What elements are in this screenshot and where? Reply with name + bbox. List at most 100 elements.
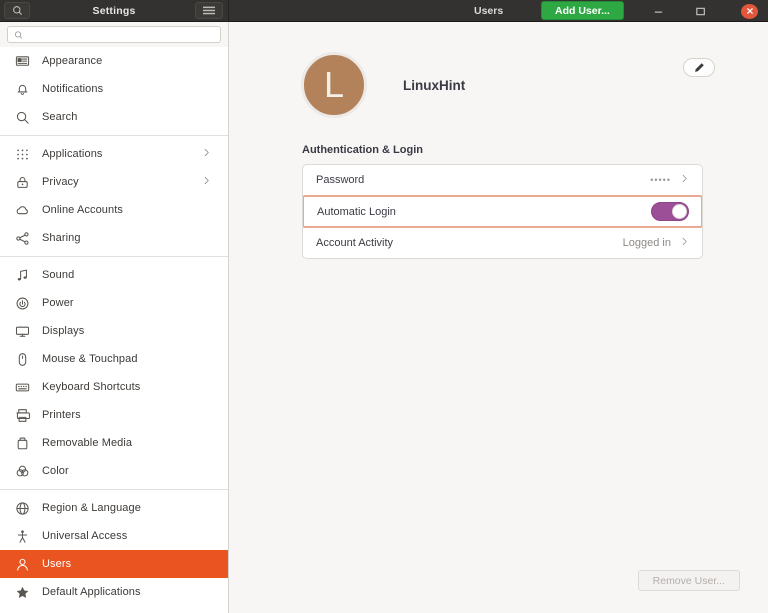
chevron-right-icon xyxy=(682,174,687,183)
printer-icon xyxy=(15,408,30,422)
search-icon xyxy=(16,111,29,124)
appearance-icon xyxy=(15,55,29,66)
close-button[interactable] xyxy=(741,0,758,22)
sidebar-item-online-accounts[interactable]: Online Accounts xyxy=(0,196,228,224)
row-label: Account Activity xyxy=(316,236,394,249)
avatar[interactable]: L xyxy=(301,52,367,118)
accessibility-icon xyxy=(17,529,27,543)
remove-user-button[interactable]: Remove User... xyxy=(637,570,740,591)
search-icon xyxy=(12,6,22,15)
edit-avatar-button[interactable] xyxy=(683,58,715,77)
sidebar-item-label: Appearance xyxy=(42,55,103,67)
chevron-right-icon xyxy=(679,173,690,187)
sidebar-item-label: Mouse & Touchpad xyxy=(42,353,138,365)
sidebar-item-removable-media[interactable]: Removable Media xyxy=(0,429,228,457)
row-value: Logged in xyxy=(623,236,690,250)
color-icon xyxy=(14,464,30,479)
sidebar-item-search[interactable]: Search xyxy=(0,103,228,131)
maximize-button[interactable] xyxy=(690,0,710,22)
sidebar-item-sound[interactable]: Sound xyxy=(0,261,228,289)
sidebar-item-appearance[interactable]: Appearance xyxy=(0,47,228,75)
row-password[interactable]: Password ••••• xyxy=(303,165,702,196)
sidebar-item-label: Default Applications xyxy=(42,586,141,598)
chevron-right-icon xyxy=(682,237,687,245)
row-automatic-login[interactable]: Automatic Login xyxy=(303,195,702,228)
music-note-icon xyxy=(14,268,30,283)
chevron-right-icon xyxy=(204,176,209,185)
sidebar-item-label: Users xyxy=(42,558,72,570)
monitor-icon xyxy=(15,326,29,337)
sidebar-separator xyxy=(0,135,228,136)
monitor-icon xyxy=(14,324,30,339)
sidebar-item-label: Sharing xyxy=(42,232,81,244)
row-value-text: Logged in xyxy=(622,236,671,249)
row-account-activity[interactable]: Account Activity Logged in xyxy=(303,227,702,258)
maximize-icon xyxy=(695,7,705,15)
titlebar-sidebar-section: Settings xyxy=(0,0,229,21)
user-name: LinuxHint xyxy=(403,77,466,93)
menu-button[interactable] xyxy=(195,2,223,19)
row-value-text: ••••• xyxy=(650,175,671,185)
sidebar-item-privacy[interactable]: Privacy xyxy=(0,168,228,196)
appearance-icon xyxy=(14,54,30,69)
chevron-right-icon xyxy=(204,148,209,157)
sidebar-item-printers[interactable]: Printers xyxy=(0,401,228,429)
star-icon xyxy=(14,585,30,600)
sidebar-item-displays[interactable]: Displays xyxy=(0,317,228,345)
sidebar-item-label: Removable Media xyxy=(42,437,133,449)
sidebar-item-default-applications[interactable]: Default Applications xyxy=(0,578,228,606)
music-note-icon xyxy=(17,269,27,280)
share-icon xyxy=(15,231,29,245)
cloud-icon xyxy=(16,205,28,214)
pencil-icon xyxy=(695,62,704,72)
bell-icon xyxy=(17,84,27,95)
sidebar-item-color[interactable]: Color xyxy=(0,457,228,485)
hamburger-icon xyxy=(203,6,215,15)
sidebar-item-keyboard-shortcuts[interactable]: Keyboard Shortcuts xyxy=(0,373,228,401)
sidebar-search-area xyxy=(0,22,228,47)
sidebar-item-label: Region & Language xyxy=(42,502,141,514)
search-icon xyxy=(14,110,30,125)
sidebar-separator xyxy=(0,256,228,257)
keyboard-icon xyxy=(14,380,30,395)
printer-icon xyxy=(14,408,30,423)
toggle-knob xyxy=(672,204,687,219)
settings-window: Settings Users Add User... Appearance No… xyxy=(0,0,768,613)
minimize-icon xyxy=(654,11,662,13)
globe-icon xyxy=(14,501,30,516)
automatic-login-toggle[interactable] xyxy=(651,202,689,221)
minimize-button[interactable] xyxy=(648,0,668,22)
grid-icon xyxy=(16,149,28,159)
grid-icon xyxy=(14,147,30,162)
bell-icon xyxy=(14,82,30,97)
footer: Remove User... xyxy=(229,570,768,613)
search-input[interactable] xyxy=(28,29,214,40)
sidebar-item-sharing[interactable]: Sharing xyxy=(0,224,228,252)
sidebar-item-label: Displays xyxy=(42,325,85,337)
row-label: Password xyxy=(316,174,365,186)
sidebar-item-power[interactable]: Power xyxy=(0,289,228,317)
sidebar-item-mouse-touchpad[interactable]: Mouse & Touchpad xyxy=(0,345,228,373)
sidebar-item-label: Universal Access xyxy=(42,530,128,542)
row-value xyxy=(651,202,689,221)
sidebar-item-applications[interactable]: Applications xyxy=(0,140,228,168)
share-icon xyxy=(14,231,30,246)
sidebar-nav: Appearance Notifications Search Application… xyxy=(0,47,228,613)
settings-list: Password ••••• Automatic Login Account Acti… xyxy=(302,164,703,259)
mouse-icon xyxy=(14,352,30,367)
user-icon xyxy=(16,558,28,571)
sidebar: Appearance Notifications Search Application… xyxy=(0,22,229,613)
add-user-button[interactable]: Add User... xyxy=(541,1,624,20)
sidebar-item-date-time[interactable]: Date & Time xyxy=(0,606,228,613)
search-button[interactable] xyxy=(4,2,30,19)
power-icon xyxy=(14,296,30,311)
close-icon xyxy=(746,7,753,15)
search-box[interactable] xyxy=(7,26,221,43)
sidebar-item-notifications[interactable]: Notifications xyxy=(0,75,228,103)
sidebar-item-universal-access[interactable]: Universal Access xyxy=(0,522,228,550)
sidebar-item-region-language[interactable]: Region & Language xyxy=(0,494,228,522)
chevron-right-icon xyxy=(679,236,690,250)
sidebar-item-label: Online Accounts xyxy=(42,204,123,216)
sidebar-item-label: Keyboard Shortcuts xyxy=(42,381,141,393)
sidebar-item-users[interactable]: Users xyxy=(0,550,228,578)
